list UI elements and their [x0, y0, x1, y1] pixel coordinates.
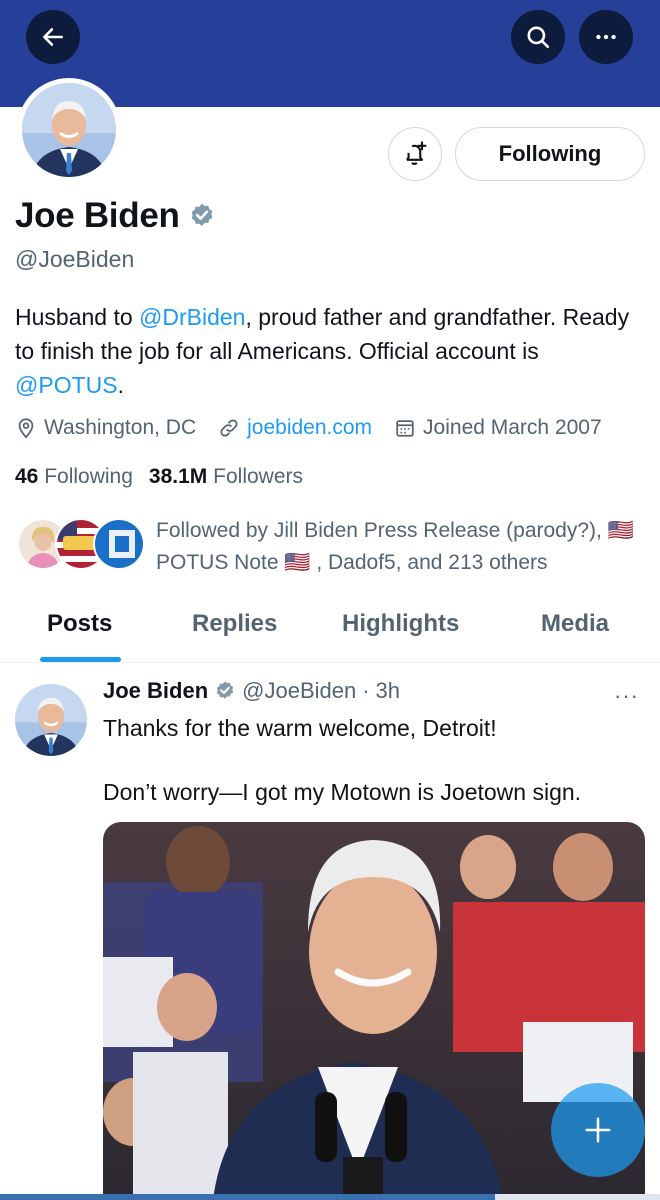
- following-button[interactable]: Following: [455, 127, 645, 181]
- profile-bio: Husband to @DrBiden, proud father and gr…: [15, 300, 645, 402]
- post-text: Thanks for the warm welcome, Detroit! Do…: [103, 712, 643, 808]
- mention-potus-link[interactable]: @POTUS: [15, 372, 118, 398]
- post-separator: ·: [362, 678, 370, 703]
- location-text: Washington, DC: [44, 416, 197, 439]
- followers-count[interactable]: 38.1M Followers: [149, 465, 303, 489]
- website-item[interactable]: joebiden.com: [218, 416, 372, 440]
- website-link[interactable]: joebiden.com: [247, 416, 372, 440]
- search-icon: [527, 26, 550, 49]
- profile-handle: @JoeBiden: [15, 246, 135, 272]
- avatar-image: [22, 83, 116, 177]
- more-horizontal-icon: [596, 34, 616, 40]
- followers-number: 38.1M: [148, 465, 208, 488]
- active-tab-indicator: [40, 657, 121, 662]
- profile-tabs: Posts Replies Highlights Media: [0, 600, 660, 663]
- bio-text: .: [117, 372, 124, 398]
- notify-button[interactable]: [388, 127, 442, 181]
- post-more-button[interactable]: ···: [614, 683, 639, 709]
- post-text-line: Don’t worry—I got my Motown is Joetown s…: [103, 779, 582, 805]
- calendar-icon: [396, 420, 414, 437]
- post-text-line: Thanks for the warm welcome, Detroit!: [103, 715, 497, 741]
- bell-plus-icon: [405, 141, 427, 165]
- back-button[interactable]: [26, 10, 80, 64]
- following-count[interactable]: 46 Following: [15, 465, 133, 489]
- followers-label: Followers: [213, 465, 303, 488]
- post-author[interactable]: Joe Biden: [103, 678, 208, 704]
- progress-bar: [0, 1194, 660, 1200]
- location-pin-icon: [18, 418, 34, 439]
- joined-item: Joined March 2007: [394, 416, 602, 440]
- post-time: 3h: [375, 678, 401, 703]
- compose-button[interactable]: [551, 1083, 645, 1177]
- bio-text: Husband to: [15, 304, 140, 330]
- following-label: Following: [44, 465, 133, 488]
- follow-counts: 46 Following 38.1M Followers: [15, 465, 303, 489]
- tab-media[interactable]: Media: [541, 610, 609, 638]
- search-button[interactable]: [511, 10, 565, 64]
- follower-avatar: [93, 518, 145, 570]
- tab-posts[interactable]: Posts: [47, 610, 112, 638]
- plus-icon: [585, 1117, 611, 1143]
- mention-drbiden-link[interactable]: @DrBiden: [139, 304, 245, 330]
- verified-badge-icon: [216, 681, 234, 699]
- avatar-image: [15, 684, 87, 756]
- location-item: Washington, DC: [15, 416, 196, 440]
- post-header: Joe Biden @JoeBiden · 3h: [103, 678, 400, 704]
- link-icon: [220, 419, 238, 437]
- followed-by-avatars[interactable]: [17, 518, 145, 570]
- more-button[interactable]: [579, 10, 633, 64]
- joined-text: Joined March 2007: [423, 416, 602, 439]
- post-handle: @JoeBiden: [242, 678, 357, 703]
- followed-by-text[interactable]: Followed by Jill Biden Press Release (pa…: [156, 515, 646, 579]
- profile-avatar[interactable]: [17, 78, 121, 182]
- post-avatar[interactable]: [15, 684, 87, 756]
- verified-badge-icon: [191, 203, 212, 226]
- tab-highlights[interactable]: Highlights: [342, 610, 459, 638]
- tab-replies[interactable]: Replies: [192, 610, 277, 638]
- profile-name-text: Joe Biden: [15, 196, 180, 235]
- following-number: 46: [15, 465, 39, 488]
- profile-name: Joe Biden: [15, 196, 216, 236]
- profile-meta: Washington, DC joebiden.com Joined March…: [15, 416, 602, 440]
- arrow-left-icon: [43, 28, 63, 46]
